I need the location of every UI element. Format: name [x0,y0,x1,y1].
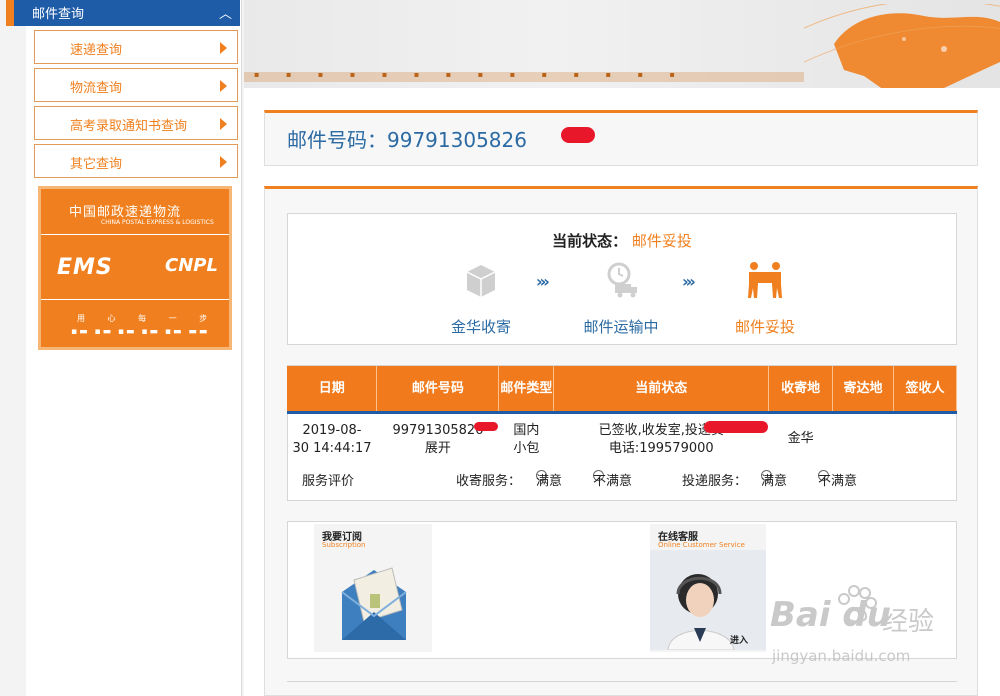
current-status-value: 邮件妥投 [631,232,692,250]
chevron-right-icon [220,42,227,54]
sidebar-item-express-query[interactable]: 速递查询 [34,30,238,64]
mail-number-value: 99791305826 [387,128,527,152]
mail-number-panel: 邮件号码：99791305826 [264,110,978,166]
cell-origin: 金华 [787,430,814,446]
enter-button[interactable]: 进入 [730,633,748,646]
online-service-card[interactable]: 在线客服 Online Customer Service 进入 [650,524,766,652]
type-line: 国内 [513,422,540,438]
status-panel: 当前状态： 邮件妥投 金华收寄 ››› 邮件运输中 ››› 邮件妥投 [287,213,957,345]
subscribe-subtitle: Subscription [322,541,366,549]
col-header-date: 日期 [287,366,378,414]
banner-slogan: 用 心 每 一 步 [77,314,218,323]
step-label: 邮件运输中 [583,318,659,336]
browser-viewport: 邮件查询 ︿ 速递查询 物流查询 高考录取通知书查询 其它查询 中国邮政速递物流… [0,0,1000,696]
baidu-brand: Bai du [770,595,891,635]
watermark-url: jingyan.baidu.com [772,647,911,665]
sidebar-item-other-query[interactable]: 其它查询 [34,144,238,178]
cell-type: 国内 小包 [499,412,554,458]
cell-status: 已签收,收发室,投递员 电话:199579000 [554,412,769,458]
option-label: 不满意 [818,474,858,489]
delivery-persons-icon [748,262,782,298]
sidebar-item-admission-notice-query[interactable]: 高考录取通知书查询 [34,106,238,140]
col-header-signer: 签收人 [893,366,957,414]
online-service-subtitle: Online Customer Service [658,541,745,549]
sidebar-item-label: 速递查询 [70,43,123,58]
chevron-right-icon [220,80,227,92]
cell-destination [833,412,894,458]
table-header-row: 日期 邮件号码 邮件类型 当前状态 收寄地 寄达地 签收人 [287,366,957,414]
sidebar-header-mail-query[interactable]: 邮件查询 ︿ [6,0,240,26]
ems-cnpl-banner[interactable]: 中国邮政速递物流 CHINA POSTAL EXPRESS & LOGISTIC… [38,186,232,350]
cell-mail-no: 99791305826 展开 [377,412,499,458]
redaction-mark [561,127,595,143]
col-header-mail-no: 邮件号码 [376,366,500,414]
step-label: 金华收寄 [450,318,511,336]
truck-transit-icon [607,262,637,298]
sidebar-item-logistics-query[interactable]: 物流查询 [34,68,238,102]
redaction-mark [704,421,768,433]
cell-signer [894,412,957,458]
current-status-title: 当前状态： 邮件妥投 [288,230,956,251]
mail-number-heading: 邮件号码：99791305826 [287,124,527,153]
option-label: 满意 [536,474,563,489]
col-header-status: 当前状态 [553,366,770,414]
step-delivered: 邮件妥投 [710,260,820,337]
expand-link[interactable]: 展开 [377,440,499,458]
china-post-logo-english: CHINA POSTAL EXPRESS & LOGISTICS [101,219,214,226]
ems-logo: EMS [57,255,113,280]
type-line: 小包 [513,440,540,456]
date-line: 2019-08- [302,422,362,438]
step-label: 邮件妥投 [734,318,795,336]
sidebar-item-label: 高考录取通知书查询 [70,119,188,134]
option-label: 不满意 [593,474,633,489]
tracking-table-grid: 日期 邮件号码 邮件类型 当前状态 收寄地 寄达地 签收人 2019-08- 30… [287,366,957,458]
sidebar-item-label: 其它查询 [70,157,123,172]
sidebar-item-label: 物流查询 [70,81,123,96]
package-icon [466,265,496,297]
banner-strip-glyphs: ▪ ▪ ▪ ▪ ▪ ▪ ▪ ▪ ▪ ▪ ▪ ▪ ▪ ▪ [254,70,687,79]
chevron-right-icon [220,118,227,130]
banner-bottom-section [41,299,229,349]
current-status-key: 当前状态： [552,232,628,250]
step-collected: 金华收寄 [426,260,536,337]
status-line: 电话:199579000 [608,440,714,456]
rating-label: 服务评价 [302,474,355,489]
header-accent-tab [6,0,14,26]
cnpl-logo: CNPL [165,255,218,276]
subscribe-card[interactable]: 我要订阅 Subscription [314,524,432,652]
col-header-type: 邮件类型 [498,366,555,414]
progress-arrow-icon: ››› [536,272,550,291]
option-label: 满意 [761,474,788,489]
step-in-transit: 邮件运输中 [566,260,676,337]
baidu-jingyan-watermark: Bai du 经验 jingyan.baidu.com [770,585,970,685]
customer-service-agent-image [650,550,766,650]
china-post-logo-text: 中国邮政速递物流 [69,205,182,220]
pickup-service-label: 收寄服务： [456,474,522,489]
envelope-icon [341,567,407,640]
chevron-right-icon [220,156,227,168]
delivery-service-label: 投递服务： [682,474,748,489]
china-map-graphic [804,4,1000,88]
tracking-table: 日期 邮件号码 邮件类型 当前状态 收寄地 寄达地 签收人 2019-08- 30… [287,365,957,501]
col-header-destination: 寄达地 [832,366,895,414]
col-header-origin: 收寄地 [768,366,834,414]
sidebar-header-label: 邮件查询 [32,7,85,22]
table-row: 2019-08- 30 14:44:17 99791305826 展开 国内小包 已… [287,412,957,458]
mail-number-label: 邮件号码： [287,128,387,152]
redaction-mark [474,422,498,431]
cell-date: 2019-08- 30 14:44:17 [287,412,377,458]
top-banner: ▪ ▪ ▪ ▪ ▪ ▪ ▪ ▪ ▪ ▪ ▪ ▪ ▪ ▪ [244,0,1000,88]
time-line: 30 14:44:17 [292,440,372,456]
transport-icons-strip: ▪▬ ▪▬ ▪▬ ▪▬ ▪▬ ▬▬ [71,327,210,337]
jingyan-brand: 经验 [882,607,935,637]
progress-arrow-icon: ››› [682,272,696,291]
collapse-up-icon[interactable]: ︿ [219,3,232,22]
